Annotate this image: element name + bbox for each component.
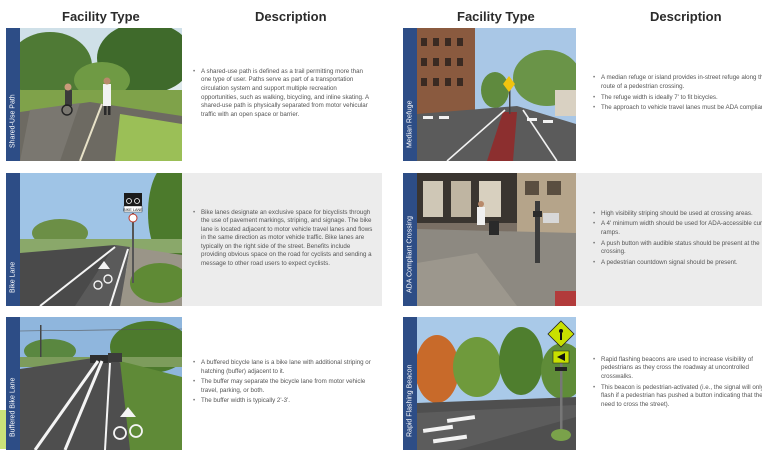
facility-label-bar: Bike Lane: [6, 173, 20, 306]
description-bullet: The buffer may separate the bicycle lane…: [192, 378, 374, 395]
description-list: A shared-use path is defined as a trail …: [192, 68, 374, 121]
facility-label: Buffered Bike Lane: [9, 377, 17, 437]
facility-row-buffered-bike-lane: Buffered Bike Lane A buffered bicycle la…: [6, 317, 382, 450]
left-description-header: Description: [255, 9, 327, 24]
buffered-bike-lane-photo: [20, 317, 182, 450]
facility-label-bar: Median Refuge: [403, 28, 417, 161]
description-bullet: High visibility striping should be used …: [592, 210, 762, 219]
facility-description: Rapid flashing beacons are used to incre…: [592, 317, 762, 450]
bike-lane-sign-text: BIKE LANE: [123, 208, 143, 212]
facility-label-bar: Buffered Bike Lane: [6, 317, 20, 450]
description-list: Bike lanes designate an exclusive space …: [192, 209, 374, 271]
facility-description: A buffered bicycle lane is a bike lane w…: [192, 317, 374, 450]
facility-label-bar: ADA Compliant Crossing: [403, 173, 417, 306]
description-bullet: A median refuge or island provides in-st…: [592, 74, 762, 91]
facility-row-ada-compliant-crossing: ADA Compliant Crossing High visibility s…: [403, 173, 762, 306]
facility-description: High visibility striping should be used …: [592, 173, 762, 306]
facility-description: A shared-use path is defined as a trail …: [192, 28, 374, 161]
shared-use-path-photo: [20, 28, 182, 161]
facility-label-bar: Rapid Flashing Beacon: [403, 317, 417, 450]
description-bullet: A shared-use path is defined as a trail …: [192, 68, 374, 119]
left-facility-type-header: Facility Type: [62, 9, 140, 24]
description-list: A median refuge or island provides in-st…: [592, 74, 762, 114]
facility-label-bar: Shared-Use Path: [6, 28, 20, 161]
facility-label: ADA Compliant Crossing: [406, 215, 414, 293]
decorative-accent-bar: [0, 410, 6, 449]
facility-label: Shared-Use Path: [9, 94, 17, 148]
facility-row-median-refuge: Median Refuge • A median refuge or islan…: [403, 28, 762, 161]
right-description-header: Description: [650, 9, 722, 24]
rapid-flashing-beacon-photo: [417, 317, 576, 450]
facility-label: Median Refuge: [406, 100, 414, 148]
description-bullet: The refuge width is ideally 7' to fit bi…: [592, 94, 762, 103]
facility-label: Rapid Flashing Beacon: [406, 364, 414, 437]
median-refuge-photo: [417, 28, 576, 161]
facility-description: Bike lanes designate an exclusive space …: [192, 173, 374, 306]
description-bullet: A push button with audible status should…: [592, 240, 762, 257]
bike-lane-photo: BIKE LANE: [20, 173, 182, 306]
description-bullet: The approach to vehicle travel lanes mus…: [592, 104, 762, 113]
right-facility-type-header: Facility Type: [457, 9, 535, 24]
facility-description: A median refuge or island provides in-st…: [592, 28, 762, 161]
description-list: A buffered bicycle lane is a bike lane w…: [192, 359, 374, 408]
description-bullet: A 4' minimum width should be used for AD…: [592, 220, 762, 237]
facility-row-shared-use-path: Shared-Use Path A shared-use path is def…: [6, 28, 382, 161]
description-list: High visibility striping should be used …: [592, 210, 762, 269]
facility-row-bike-lane: Bike Lane BIKE LANE Bike lanes: [6, 173, 382, 306]
description-bullet: Bike lanes designate an exclusive space …: [192, 209, 374, 269]
description-bullet: The buffer width is typically 2'-3'.: [192, 397, 374, 406]
description-list: Rapid flashing beacons are used to incre…: [592, 356, 762, 411]
description-bullet: A pedestrian countdown signal should be …: [592, 259, 762, 268]
description-bullet: A buffered bicycle lane is a bike lane w…: [192, 359, 374, 376]
description-bullet: Rapid flashing beacons are used to incre…: [592, 356, 762, 382]
facility-label: Bike Lane: [9, 261, 17, 293]
description-bullet: This beacon is pedestrian-activated (i.e…: [592, 384, 762, 410]
ada-crossing-photo: [417, 173, 576, 306]
facility-row-rapid-flashing-beacon: Rapid Flashing Beacon Rapid flashing bea…: [403, 317, 762, 450]
